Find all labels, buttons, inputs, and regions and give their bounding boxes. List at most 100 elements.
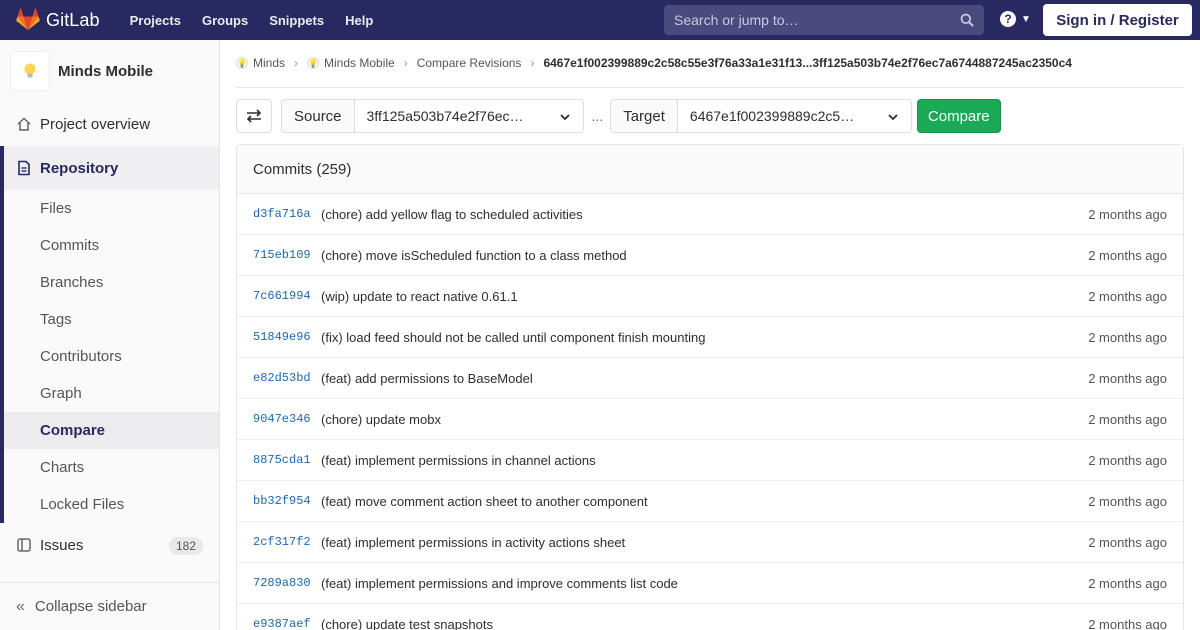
commit-row[interactable]: bb32f954 (feat) move comment action sheet… — [237, 481, 1183, 522]
commits-panel: Commits (259) d3fa716a (chore) add yellow… — [236, 144, 1184, 630]
nav-help[interactable]: Help — [345, 13, 373, 28]
commit-time: 2 months ago — [1088, 616, 1167, 630]
commit-row[interactable]: e9387aef (chore) update test snapshots 2 m… — [237, 604, 1183, 630]
commit-message[interactable]: (feat) add permissions to BaseModel — [321, 371, 533, 386]
source-ref-dropdown[interactable]: 3ff125a503b74e2f76ec… — [354, 100, 583, 132]
nav-links: Projects Groups Snippets Help — [130, 13, 395, 28]
chevron-down-icon — [559, 114, 570, 121]
sidebar-subitem-graph[interactable]: Graph — [4, 375, 219, 412]
commit-row[interactable]: 7c661994 (wip) update to react native 0.6… — [237, 276, 1183, 317]
sidebar-subitem-tags[interactable]: Tags — [4, 301, 219, 338]
chevron-right-icon: › — [403, 56, 408, 70]
project-name: Minds Mobile — [58, 62, 153, 80]
chevron-right-icon: › — [530, 56, 535, 70]
commit-message[interactable]: (chore) move isScheduled function to a c… — [321, 248, 627, 263]
gitlab-home-link[interactable]: GitLab — [16, 0, 100, 40]
breadcrumb-current[interactable]: 6467e1f002399889c2c58c55e3f76a33a1e31f13… — [543, 56, 1072, 70]
commit-sha-link[interactable]: e9387aef — [253, 617, 321, 630]
commit-sha-link[interactable]: 7c661994 — [253, 289, 321, 303]
top-navbar: GitLab Projects Groups Snippets Help ? ▼… — [0, 0, 1200, 40]
commit-sha-link[interactable]: 51849e96 — [253, 330, 321, 344]
gitlab-logo-icon — [16, 8, 40, 30]
commit-row[interactable]: 7289a830 (feat) implement permissions and… — [237, 563, 1183, 604]
commit-row[interactable]: 8875cda1 (feat) implement permissions in … — [237, 440, 1183, 481]
commit-message[interactable]: (feat) implement permissions in channel … — [321, 453, 596, 468]
commit-message[interactable]: (feat) implement permissions and improve… — [321, 576, 678, 591]
commits-header: Commits (259) — [237, 145, 1183, 194]
breadcrumb-label: Minds Mobile — [324, 56, 395, 70]
search-box[interactable] — [664, 5, 984, 35]
commit-row[interactable]: 9047e346 (chore) update mobx 2 months ago — [237, 399, 1183, 440]
project-avatar — [10, 51, 50, 91]
commit-row[interactable]: 51849e96 (fix) load feed should not be ca… — [237, 317, 1183, 358]
sidebar-subitem-contributors[interactable]: Contributors — [4, 338, 219, 375]
sidebar-item-project-overview[interactable]: Project overview — [0, 102, 219, 146]
commit-row[interactable]: 715eb109 (chore) move isScheduled functio… — [237, 235, 1183, 276]
commit-sha-link[interactable]: 7289a830 — [253, 576, 321, 590]
nav-projects[interactable]: Projects — [130, 13, 181, 28]
commit-row[interactable]: 2cf317f2 (feat) implement permissions in … — [237, 522, 1183, 563]
commit-time: 2 months ago — [1088, 247, 1167, 263]
sidebar-subitem-files[interactable]: Files — [4, 190, 219, 227]
chevron-right-icon: › — [294, 56, 299, 70]
commit-time: 2 months ago — [1088, 411, 1167, 427]
collapse-sidebar-button[interactable]: « Collapse sidebar — [0, 582, 219, 630]
commit-message[interactable]: (wip) update to react native 0.61.1 — [321, 289, 518, 304]
breadcrumb-minds-mobile[interactable]: 💡 Minds Mobile — [307, 56, 395, 70]
commit-sha-link[interactable]: 715eb109 — [253, 248, 321, 262]
commit-sha-link[interactable]: bb32f954 — [253, 494, 321, 508]
sidebar-subitem-branches[interactable]: Branches — [4, 264, 219, 301]
commit-message[interactable]: (feat) move comment action sheet to anot… — [321, 494, 648, 509]
commit-row[interactable]: d3fa716a (chore) add yellow flag to sched… — [237, 194, 1183, 235]
lightbulb-icon: 💡 — [307, 57, 320, 69]
sidebar-subitem-compare[interactable]: Compare — [4, 412, 219, 449]
collapse-sidebar-label: Collapse sidebar — [34, 598, 147, 615]
target-ref-dropdown[interactable]: 6467e1f002399889c2c5… — [677, 100, 911, 132]
swap-revisions-button[interactable] — [236, 99, 272, 133]
commit-message[interactable]: (chore) update test snapshots — [321, 617, 493, 630]
source-ref-value: 3ff125a503b74e2f76ec… — [366, 108, 524, 124]
commit-sha-link[interactable]: 8875cda1 — [253, 453, 321, 467]
commit-time: 2 months ago — [1088, 575, 1167, 591]
breadcrumb-compare-revisions[interactable]: Compare Revisions — [417, 56, 522, 70]
sidebar-subitem-commits[interactable]: Commits — [4, 227, 219, 264]
sidebar-item-repository[interactable]: Repository — [4, 146, 219, 190]
help-dropdown[interactable]: ? ▼ — [1000, 11, 1031, 27]
commit-row[interactable]: e82d53bd (feat) add permissions to BaseMo… — [237, 358, 1183, 399]
commit-time: 2 months ago — [1088, 329, 1167, 345]
commit-time: 2 months ago — [1088, 493, 1167, 509]
commit-message[interactable]: (chore) update mobx — [321, 412, 441, 427]
brand-name: GitLab — [46, 9, 100, 30]
commit-time: 2 months ago — [1088, 452, 1167, 468]
sidebar-item-issues[interactable]: Issues 182 — [0, 523, 219, 567]
breadcrumb: 💡 Minds › 💡 Minds Mobile › Compare Revis… — [236, 48, 1184, 88]
target-label: Target — [611, 100, 678, 132]
search-input[interactable] — [674, 12, 954, 28]
chevron-down-icon: ▼ — [1021, 13, 1031, 25]
commit-sha-link[interactable]: d3fa716a — [253, 207, 321, 221]
commit-message[interactable]: (fix) load feed should not be called unt… — [321, 330, 705, 345]
lightbulb-icon — [24, 63, 36, 78]
sidebar-repository-section: Repository Files Commits Branches Tags C… — [0, 146, 219, 523]
search-icon — [960, 13, 974, 27]
home-icon — [16, 116, 32, 132]
commit-message[interactable]: (feat) implement permissions in activity… — [321, 535, 625, 550]
sidebar-project-header[interactable]: Minds Mobile — [0, 40, 219, 102]
nav-groups[interactable]: Groups — [202, 13, 248, 28]
nav-snippets[interactable]: Snippets — [269, 13, 324, 28]
commit-message[interactable]: (chore) add yellow flag to scheduled act… — [321, 207, 583, 222]
sidebar-subitem-charts[interactable]: Charts — [4, 449, 219, 486]
signin-register-button[interactable]: Sign in / Register — [1043, 4, 1192, 36]
commit-time: 2 months ago — [1088, 370, 1167, 386]
lightbulb-icon: 💡 — [236, 57, 248, 69]
sidebar-item-label: Repository — [40, 159, 119, 177]
compare-button[interactable]: Compare — [916, 99, 1001, 133]
sidebar-subitem-locked-files[interactable]: Locked Files — [4, 486, 219, 523]
commit-sha-link[interactable]: 2cf317f2 — [253, 535, 321, 549]
breadcrumb-minds[interactable]: 💡 Minds — [236, 56, 285, 70]
sidebar-item-label: Issues — [40, 536, 84, 554]
sidebar-item-label: Project overview — [40, 115, 151, 133]
commit-sha-link[interactable]: 9047e346 — [253, 412, 321, 426]
commit-sha-link[interactable]: e82d53bd — [253, 371, 321, 385]
double-chevron-left-icon: « — [16, 597, 25, 615]
